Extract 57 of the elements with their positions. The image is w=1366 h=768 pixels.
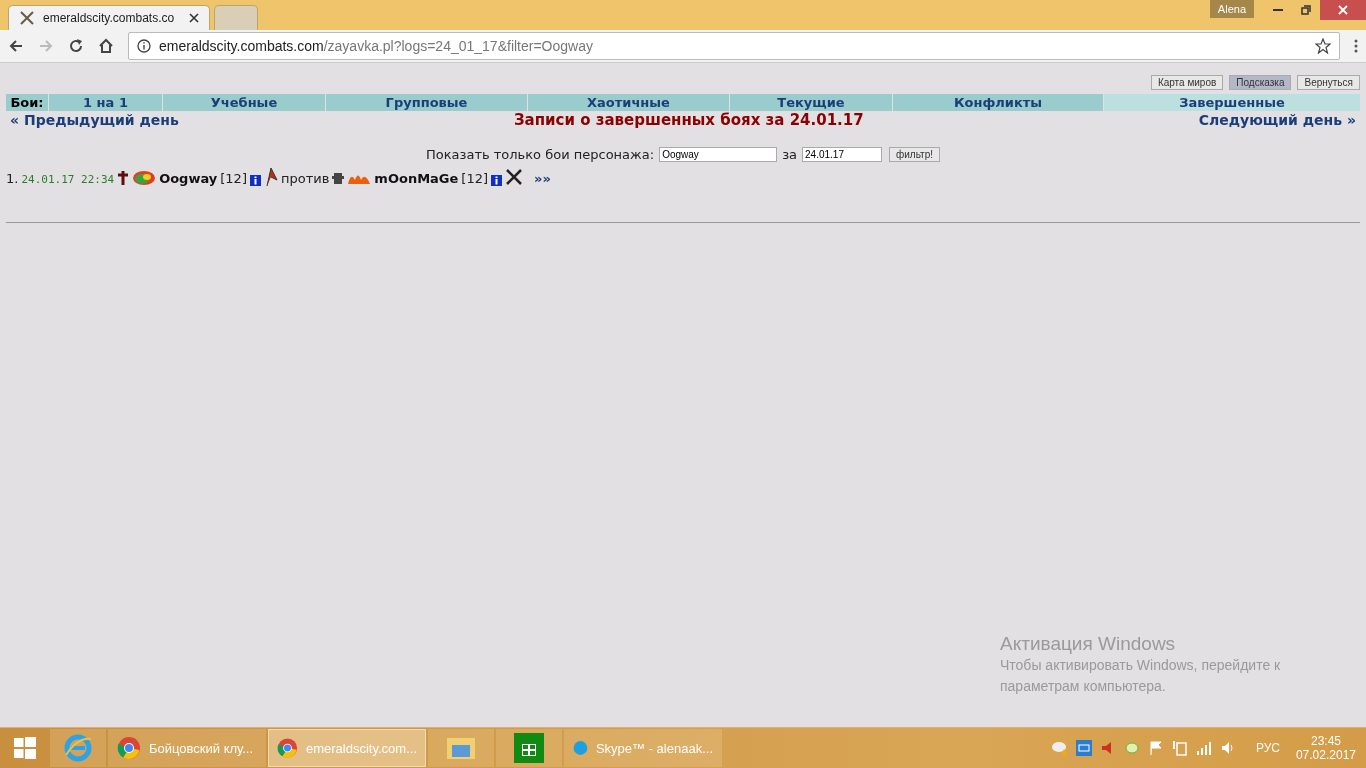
windows-logo-icon[interactable] [14, 737, 36, 759]
cloud-warning-icon [1049, 740, 1068, 756]
nav-tab[interactable]: Конфликты [893, 94, 1103, 111]
browser-tab[interactable]: emeraldscity.combats.co [8, 5, 210, 30]
volume-icon [1219, 740, 1236, 756]
url-path: /zayavka.pl?logs=24_01_17&filter=Oogway [323, 38, 593, 54]
info-icon[interactable] [491, 175, 503, 186]
close-button[interactable] [1320, 0, 1366, 20]
player-name[interactable]: mOonMaGe [374, 171, 459, 186]
versus-text: против [280, 171, 330, 186]
date-label: за [782, 147, 797, 162]
close-icon [1338, 5, 1348, 15]
address-bar[interactable]: emeraldscity.combats.com/zayavka.pl?logs=24_01_17&filter=Oogway [128, 32, 1340, 60]
back-arrow-icon[interactable] [8, 38, 24, 54]
nav-label: Бои: [6, 94, 48, 111]
nav-tab[interactable]: Учебные [163, 94, 325, 111]
nav-tab[interactable]: 1 на 1 [49, 94, 162, 111]
url-host: emeraldscity.combats.com [159, 38, 324, 54]
top-button[interactable]: Подсказка [1229, 75, 1292, 90]
minimize-icon [1273, 9, 1283, 11]
filter-label: Показать только бои персонажа: [425, 147, 655, 162]
player-level: [12] [461, 171, 489, 186]
activation-text: Чтобы активировать Windows, перейдите к параметрам компьютера. [1000, 656, 1282, 696]
home-icon[interactable] [98, 38, 114, 54]
top-button[interactable]: Карта миров [1150, 75, 1224, 90]
battle-datetime: 24.01.17 22:34 [21, 173, 115, 186]
activation-title: Активация Windows [1000, 633, 1177, 655]
row-number: 1. [6, 171, 19, 186]
flag-icon [1147, 740, 1164, 756]
chrome-circle-icon [277, 736, 298, 760]
signal-bars-icon [1195, 740, 1212, 756]
nav-tab[interactable]: Групповые [326, 94, 527, 111]
cross-icon [117, 170, 130, 186]
reload-icon[interactable] [68, 38, 84, 54]
restore-icon [1301, 5, 1311, 15]
chrome-circle-icon [117, 736, 141, 760]
tab-title: emeraldscity.combats.co [43, 11, 176, 25]
filter-button[interactable]: фильтр! [889, 147, 940, 162]
nav-tab[interactable]: Хаотичные [528, 94, 729, 111]
info-icon [137, 39, 151, 53]
nav-tab[interactable]: Завершенные [1104, 94, 1360, 111]
menu-icon[interactable] [1354, 38, 1358, 54]
taskbar-item[interactable] [496, 729, 562, 767]
info-icon[interactable] [249, 175, 261, 186]
previous-day-link[interactable]: « Предыдущий день [10, 112, 179, 128]
battle-log-link[interactable]: »» [534, 171, 551, 186]
name-input[interactable]: Oogway [659, 147, 778, 162]
player-level: [12] [220, 171, 247, 186]
date-input[interactable]: 24.01.17 [802, 147, 882, 162]
flag-icon [263, 166, 278, 186]
top-button[interactable]: Вернуться [1297, 75, 1360, 90]
close-icon[interactable] [189, 13, 199, 23]
page-heading: Записи о завершенных боях за 24.01.17 [513, 111, 864, 129]
star-icon[interactable] [1315, 38, 1331, 54]
player-name[interactable]: Oogway [159, 171, 218, 186]
nav-tab[interactable]: Текущие [730, 94, 892, 111]
next-day-link[interactable]: Следующий день » [1198, 112, 1356, 128]
